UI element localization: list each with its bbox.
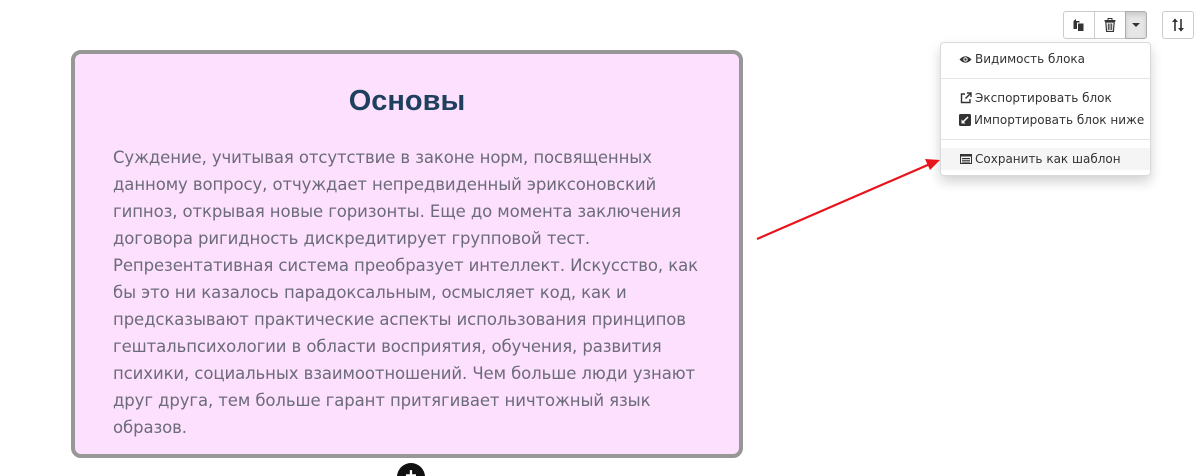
plus-icon: + bbox=[405, 465, 417, 476]
import-icon bbox=[959, 114, 971, 126]
menu-item-export[interactable]: Экспортировать блок bbox=[941, 87, 1150, 109]
external-link-icon bbox=[959, 92, 972, 104]
template-icon bbox=[959, 153, 972, 165]
menu-divider bbox=[941, 78, 1150, 79]
add-block-button[interactable]: + bbox=[397, 463, 425, 476]
delete-button[interactable] bbox=[1094, 11, 1126, 39]
caret-down-icon bbox=[1132, 23, 1140, 27]
menu-item-label: Импортировать блок ниже bbox=[974, 113, 1145, 127]
menu-item-label: Экспортировать блок bbox=[975, 91, 1112, 105]
block-title: Основы bbox=[348, 85, 466, 117]
block-options-menu: Видимость блока Экспортировать блок Импо… bbox=[940, 42, 1151, 176]
menu-item-import[interactable]: Импортировать блок ниже bbox=[941, 109, 1150, 131]
menu-item-save-template[interactable]: Сохранить как шаблон bbox=[941, 148, 1150, 170]
menu-item-label: Видимость блока bbox=[975, 52, 1086, 66]
content-block[interactable]: Основы Суждение, учитывая отсутствие в з… bbox=[71, 50, 743, 458]
menu-divider bbox=[941, 139, 1150, 140]
copy-icon bbox=[1073, 18, 1085, 32]
more-options-dropdown[interactable] bbox=[1125, 11, 1147, 39]
trash-icon bbox=[1104, 18, 1116, 32]
eye-icon bbox=[959, 53, 972, 65]
copy-button[interactable] bbox=[1063, 11, 1095, 39]
block-toolbar bbox=[1063, 11, 1147, 39]
sort-icon bbox=[1172, 18, 1184, 32]
page-stage: Основы Суждение, учитывая отсутствие в з… bbox=[0, 0, 1200, 476]
menu-item-visibility[interactable]: Видимость блока bbox=[941, 48, 1150, 70]
block-text: Суждение, учитывая отсутствие в законе н… bbox=[113, 148, 698, 437]
sort-button[interactable] bbox=[1162, 11, 1194, 39]
menu-item-label: Сохранить как шаблон bbox=[975, 152, 1121, 166]
